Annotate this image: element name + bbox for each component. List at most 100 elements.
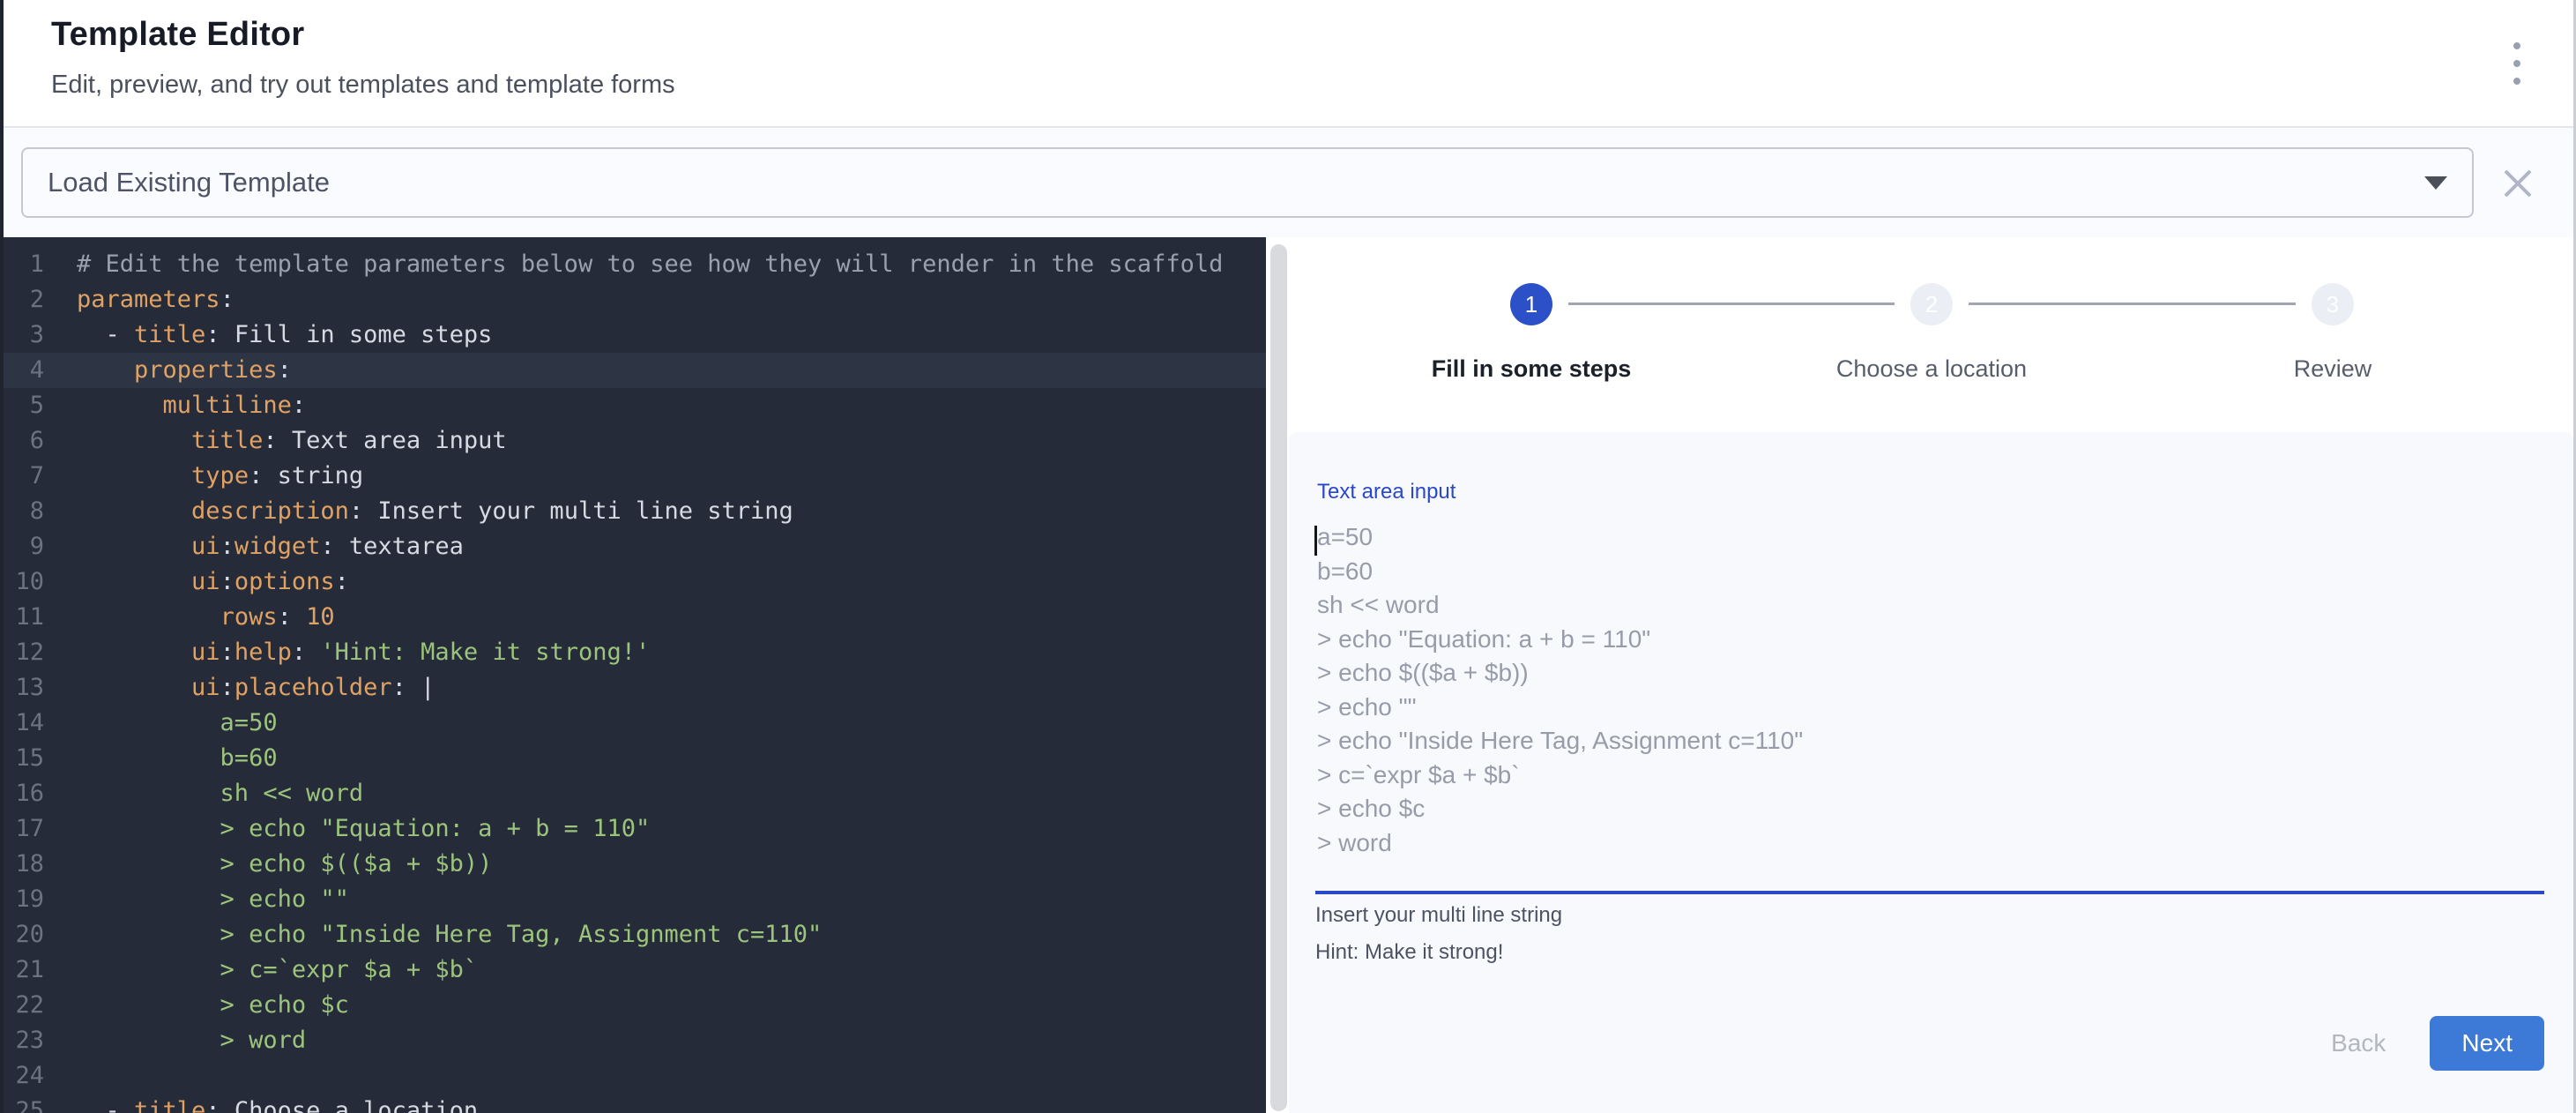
line-code: > c=`expr $a + $b`	[44, 952, 478, 988]
editor-line: 22 > echo $c	[4, 988, 1266, 1023]
line-number: 9	[4, 529, 44, 564]
line-number: 7	[4, 459, 44, 494]
line-number: 16	[4, 776, 44, 811]
line-code: multiline:	[44, 388, 306, 423]
line-code	[44, 1058, 77, 1094]
page-title: Template Editor	[51, 16, 304, 54]
header: Template Editor Edit, preview, and try o…	[4, 0, 2573, 128]
page-subtitle: Edit, preview, and try out templates and…	[51, 71, 675, 100]
line-number: 1	[4, 247, 44, 282]
kebab-menu-icon	[2513, 42, 2520, 49]
editor-line: 9 ui:widget: textarea	[4, 529, 1266, 564]
line-code: > word	[44, 1023, 306, 1058]
line-number: 8	[4, 494, 44, 529]
wizard-stepper: 1 Fill in some steps 2 Choose a location 3 Re…	[1289, 237, 2573, 432]
line-number: 4	[4, 353, 44, 388]
step-circle-1: 1	[1510, 283, 1552, 325]
editor-line: 11 rows: 10	[4, 600, 1266, 635]
close-icon	[2498, 164, 2537, 203]
line-number: 17	[4, 811, 44, 847]
editor-line: 3 - title: Fill in some steps	[4, 317, 1266, 353]
line-code: a=50	[44, 706, 278, 741]
select-placeholder: Load Existing Template	[48, 167, 330, 198]
editor-line: 1# Edit the template parameters below to…	[4, 247, 1266, 282]
kebab-menu-icon	[2513, 78, 2520, 85]
line-number: 24	[4, 1058, 44, 1094]
line-code: > echo $c	[44, 988, 349, 1023]
line-number: 14	[4, 706, 44, 741]
line-number: 18	[4, 847, 44, 882]
line-code: rows: 10	[44, 600, 335, 635]
template-editor-window: Template Editor Edit, preview, and try o…	[0, 0, 2576, 1113]
editor-line: 7 type: string	[4, 459, 1266, 494]
line-code: sh << word	[44, 776, 363, 811]
line-number: 2	[4, 282, 44, 317]
line-code: properties:	[44, 353, 292, 388]
line-number: 5	[4, 388, 44, 423]
line-code: type: string	[44, 459, 363, 494]
step-circle-3: 3	[2312, 283, 2354, 325]
field-description: Insert your multi line string	[1315, 903, 1562, 928]
line-code: > echo ""	[44, 882, 349, 917]
next-button[interactable]: Next	[2430, 1016, 2544, 1071]
line-code: ui:options:	[44, 564, 349, 600]
line-code: > echo "Inside Here Tag, Assignment c=11…	[44, 917, 822, 952]
line-code: ui:placeholder: |	[44, 670, 435, 706]
line-code: # Edit the template parameters below to …	[44, 247, 1223, 282]
editor-line: 18 > echo $(($a + $b))	[4, 847, 1266, 882]
line-code: title: Text area input	[44, 423, 507, 459]
line-number: 21	[4, 952, 44, 988]
line-code: ui:help: 'Hint: Make it strong!'	[44, 635, 650, 670]
editor-line: 15 b=60	[4, 741, 1266, 776]
line-code: - title: Fill in some steps	[44, 317, 492, 353]
pane-resizer-handle[interactable]	[1270, 244, 1287, 1111]
main-split: 1# Edit the template parameters below to…	[4, 237, 2573, 1113]
load-existing-template-select[interactable]: Load Existing Template	[21, 147, 2474, 218]
editor-line: 24	[4, 1058, 1266, 1094]
editor-line: 10 ui:options:	[4, 564, 1266, 600]
line-number: 6	[4, 423, 44, 459]
editor-line: 20 > echo "Inside Here Tag, Assignment c…	[4, 917, 1266, 952]
more-options-button[interactable]	[2501, 42, 2533, 85]
line-code: description: Insert your multi line stri…	[44, 494, 793, 529]
template-loader-bar: Load Existing Template	[4, 128, 2573, 237]
step-label-1: Fill in some steps	[1337, 355, 1725, 383]
editor-line: 12 ui:help: 'Hint: Make it strong!'	[4, 635, 1266, 670]
editor-line: 19 > echo ""	[4, 882, 1266, 917]
wizard-actions: Back Next	[2301, 1016, 2544, 1071]
line-code: b=60	[44, 741, 278, 776]
editor-line: 16 sh << word	[4, 776, 1266, 811]
yaml-code-editor[interactable]: 1# Edit the template parameters below to…	[4, 237, 1266, 1113]
line-code: - title: Choose a location	[44, 1094, 478, 1113]
line-code: > echo $(($a + $b))	[44, 847, 492, 882]
step-label-2: Choose a location	[1738, 355, 2126, 383]
line-number: 25	[4, 1094, 44, 1113]
step-circle-2: 2	[1910, 283, 1953, 325]
line-number: 3	[4, 317, 44, 353]
line-code: > echo "Equation: a + b = 110"	[44, 811, 650, 847]
line-number: 19	[4, 882, 44, 917]
multiline-textarea[interactable]: a=50 b=60 sh << word > echo "Equation: a…	[1317, 520, 1803, 860]
back-button[interactable]: Back	[2301, 1016, 2416, 1071]
field-label: Text area input	[1317, 480, 1456, 504]
editor-line: 5 multiline:	[4, 388, 1266, 423]
chevron-down-icon	[2424, 176, 2447, 190]
editor-line: 4 properties:	[4, 353, 1266, 388]
editor-line: 2parameters:	[4, 282, 1266, 317]
line-code: ui:widget: textarea	[44, 529, 464, 564]
line-number: 20	[4, 917, 44, 952]
textarea-focus-underline	[1315, 891, 2544, 894]
editor-line: 14 a=50	[4, 706, 1266, 741]
step-label-3: Review	[2139, 355, 2527, 383]
clear-selection-button[interactable]	[2498, 164, 2537, 203]
form-preview-panel: 1 Fill in some steps 2 Choose a location 3 Re…	[1289, 237, 2573, 1113]
line-number: 22	[4, 988, 44, 1023]
line-number: 13	[4, 670, 44, 706]
editor-line: 6 title: Text area input	[4, 423, 1266, 459]
line-number: 23	[4, 1023, 44, 1058]
kebab-menu-icon	[2513, 60, 2520, 67]
editor-line: 25 - title: Choose a location	[4, 1094, 1266, 1113]
step-connector	[1969, 303, 2296, 305]
line-code: parameters:	[44, 282, 235, 317]
editor-line: 8 description: Insert your multi line st…	[4, 494, 1266, 529]
